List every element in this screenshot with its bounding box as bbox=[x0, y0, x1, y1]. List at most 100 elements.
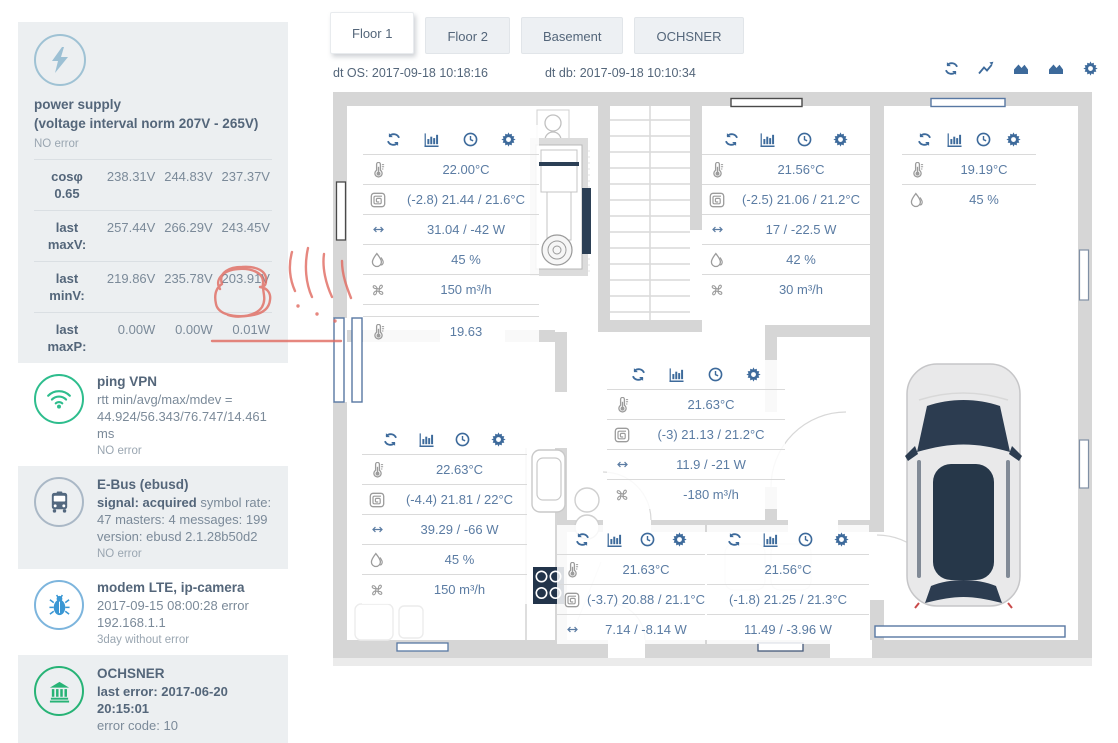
sensor-value: 45 % bbox=[451, 252, 481, 267]
fan-icon bbox=[702, 282, 732, 298]
modem-line1: 2017-09-15 08:00:28 error bbox=[97, 598, 249, 613]
sensor-value: 45 % bbox=[444, 552, 475, 567]
gear-icon[interactable] bbox=[833, 132, 848, 147]
sensor-row: 31.04 / -42 W bbox=[363, 214, 539, 244]
sensor-value: 31.04 / -42 W bbox=[426, 222, 506, 237]
clock-icon[interactable] bbox=[976, 132, 991, 147]
refresh-icon[interactable] bbox=[917, 132, 932, 147]
sensor-panel-c: 19.19°C 45 % bbox=[902, 125, 1036, 214]
gear-icon[interactable] bbox=[1083, 60, 1098, 76]
bar-chart-icon[interactable] bbox=[669, 367, 684, 382]
sensor-value: 22.00°C bbox=[442, 162, 490, 177]
bar-chart-icon[interactable] bbox=[763, 532, 778, 547]
bar-chart-icon[interactable] bbox=[419, 432, 434, 447]
sensor-row: (-2.5) 21.06 / 21.2°C bbox=[702, 184, 870, 214]
sensor-row: 30 m³/h bbox=[702, 274, 870, 304]
gear-icon[interactable] bbox=[501, 132, 516, 147]
dt-os: dt OS: 2017-09-18 10:18:16 bbox=[333, 66, 488, 80]
heating-coil-icon bbox=[607, 427, 637, 443]
ping-vpn-card: ping VPN rtt min/avg/max/mdev = 44.924/5… bbox=[18, 363, 288, 466]
power-row-label: cosφ 0.65 bbox=[51, 169, 83, 201]
sensor-row: (-2.8) 21.44 / 21.6°C bbox=[363, 184, 539, 214]
sensor-row: 19.63 bbox=[363, 316, 539, 346]
power-supply-card: power supply (voltage interval norm 207V… bbox=[18, 22, 288, 363]
tab-basement[interactable]: Basement bbox=[520, 17, 624, 54]
sensor-value: -180 m³/h bbox=[683, 487, 739, 502]
power-table-row: last maxV: 257.44V 266.29V 243.45V bbox=[34, 210, 272, 261]
clock-icon[interactable] bbox=[640, 532, 655, 547]
refresh-icon[interactable] bbox=[631, 367, 646, 382]
sensor-value: (-4.4) 21.81 / 22°C bbox=[405, 492, 514, 507]
sensor-row: 21.56°C bbox=[702, 154, 870, 184]
clock-icon[interactable] bbox=[708, 367, 723, 382]
sensor-row: 17 / -22.5 W bbox=[702, 214, 870, 244]
power-value-1: 0.00W bbox=[117, 322, 156, 337]
bug-icon bbox=[34, 580, 84, 630]
bar-chart-icon[interactable] bbox=[424, 132, 439, 147]
sensor-value: 30 m³/h bbox=[778, 282, 824, 297]
power-value-1: 238.31V bbox=[106, 169, 156, 184]
gear-icon[interactable] bbox=[746, 367, 761, 382]
ebus-status: NO error bbox=[97, 548, 142, 560]
panel-toolbar bbox=[557, 525, 705, 554]
power-value-1: 219.86V bbox=[106, 271, 156, 286]
power-row-label: last minV: bbox=[49, 271, 85, 303]
refresh-icon[interactable] bbox=[724, 132, 739, 147]
power-value-2: 266.29V bbox=[164, 220, 213, 235]
power-row-label: last maxP: bbox=[47, 322, 87, 354]
tab-ochsner[interactable]: OCHSNER bbox=[634, 17, 744, 54]
gear-icon[interactable] bbox=[1006, 132, 1021, 147]
gear-icon[interactable] bbox=[491, 432, 506, 447]
line-chart-icon[interactable] bbox=[978, 60, 994, 76]
power-row-label: last maxV: bbox=[47, 220, 87, 252]
garage-door bbox=[874, 625, 1066, 638]
thermometer-icon bbox=[363, 323, 393, 340]
refresh-icon[interactable] bbox=[386, 132, 401, 147]
sensor-panel-f: 21.63°C (-3.7) 20.88 / 21.1°C 7.14 / -8.14… bbox=[557, 525, 705, 644]
humidity-icon bbox=[362, 552, 392, 568]
sensor-value: 19.19°C bbox=[960, 162, 1008, 177]
refresh-icon[interactable] bbox=[727, 532, 742, 547]
gear-icon[interactable] bbox=[672, 532, 687, 547]
bar-chart-icon[interactable] bbox=[760, 132, 775, 147]
clock-icon[interactable] bbox=[463, 132, 478, 147]
humidity-icon bbox=[702, 252, 732, 268]
lightning-icon bbox=[34, 34, 86, 86]
area-chart-icon[interactable] bbox=[1013, 60, 1029, 76]
ochsner-card: OCHSNER last error: 2017-06-20 20:15:01 … bbox=[18, 655, 288, 743]
sensor-value: (-2.8) 21.44 / 21.6°C bbox=[407, 192, 525, 207]
sensor-row: 45 % bbox=[902, 184, 1036, 214]
heating-coil-icon bbox=[557, 592, 587, 608]
sensor-value: 21.63°C bbox=[687, 397, 735, 412]
clock-icon[interactable] bbox=[455, 432, 470, 447]
heating-coil-icon bbox=[362, 492, 392, 508]
refresh-icon[interactable] bbox=[575, 532, 590, 547]
wifi-icon bbox=[34, 374, 84, 424]
modem-title: modem LTE, ip-camera bbox=[97, 580, 245, 595]
tab-floor-2[interactable]: Floor 2 bbox=[425, 17, 510, 54]
sensor-value: 45 % bbox=[969, 192, 999, 207]
refresh-icon[interactable] bbox=[944, 61, 959, 76]
gear-icon[interactable] bbox=[833, 532, 849, 547]
sensor-row: 21.63°C bbox=[607, 389, 785, 419]
clock-icon[interactable] bbox=[797, 132, 812, 147]
area-chart-icon[interactable] bbox=[1048, 60, 1064, 76]
power-value-3: 0.01W bbox=[232, 322, 270, 337]
bar-chart-icon[interactable] bbox=[947, 132, 962, 147]
sensor-row: 22.00°C bbox=[363, 154, 539, 184]
power-exchange-icon bbox=[607, 457, 637, 472]
clock-icon[interactable] bbox=[798, 532, 813, 547]
sensor-value: (-1.8) 21.25 / 21.3°C bbox=[729, 592, 847, 607]
bus-icon bbox=[34, 477, 84, 527]
tab-floor-1[interactable]: Floor 1 bbox=[330, 12, 415, 54]
sensor-row: (-1.8) 21.25 / 21.3°C bbox=[707, 584, 869, 614]
ebus-signal-line: signal: acquired symbol rate: 47 masters… bbox=[97, 495, 272, 544]
thermometer-icon bbox=[557, 561, 587, 578]
sensor-panel-e: 22.63°C (-4.4) 21.81 / 22°C 39.29 / -66 W 4… bbox=[362, 425, 527, 604]
fan-icon bbox=[362, 582, 392, 598]
sensor-value: 21.63°C bbox=[622, 562, 670, 577]
sensor-value: (-3.7) 20.88 / 21.1°C bbox=[587, 592, 705, 607]
refresh-icon[interactable] bbox=[383, 432, 398, 447]
sensor-value: 39.29 / -66 W bbox=[420, 522, 499, 537]
bar-chart-icon[interactable] bbox=[607, 532, 622, 547]
